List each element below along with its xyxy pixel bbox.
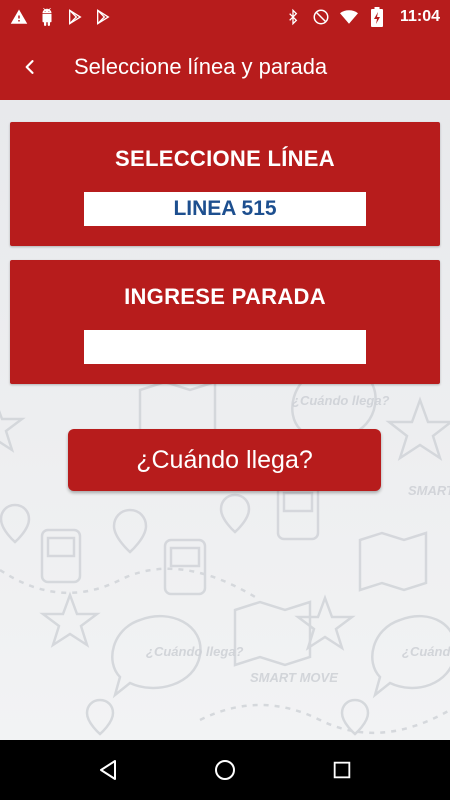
do-not-disturb-icon bbox=[312, 8, 330, 26]
watermark-text: ¿Cuándo llega? bbox=[292, 393, 390, 408]
watermark-text: ¿Cuándo llega? bbox=[146, 644, 244, 659]
watermark-text: SMART MOVE bbox=[250, 670, 338, 685]
page-title: Seleccione línea y parada bbox=[74, 53, 328, 79]
navigation-bar bbox=[0, 740, 450, 800]
status-time: 11:04 bbox=[399, 7, 440, 25]
home-circle-icon bbox=[214, 760, 235, 780]
stop-card-title: INGRESE PARADA bbox=[124, 284, 326, 309]
recents-square-icon bbox=[333, 761, 350, 779]
warning-icon bbox=[10, 8, 28, 26]
line-selection-card: SELECCIONE LÍNEA LINEA 515 bbox=[10, 122, 440, 246]
android-icon bbox=[38, 7, 56, 26]
main-content: ¿Cuándo llega? ¿Cuándo llega? ¿Cuándo ll… bbox=[0, 100, 450, 740]
bluetooth-icon bbox=[284, 8, 302, 26]
app-bar: Seleccione línea y parada bbox=[0, 33, 450, 100]
back-button[interactable] bbox=[0, 33, 60, 100]
watermark-text: SMART MOVE bbox=[408, 483, 450, 498]
wifi-icon bbox=[339, 8, 358, 26]
line-select-field[interactable]: LINEA 515 bbox=[84, 192, 366, 226]
stop-entry-card: INGRESE PARADA bbox=[10, 260, 440, 384]
nav-home-button[interactable] bbox=[200, 745, 250, 795]
when-arrives-button[interactable]: ¿Cuándo llega? bbox=[68, 429, 381, 491]
play-store-icon bbox=[94, 8, 112, 26]
status-bar-system: 11:04 bbox=[284, 6, 440, 27]
nav-recents-button[interactable] bbox=[317, 745, 367, 795]
play-store-icon bbox=[66, 8, 84, 26]
status-bar: 11:04 bbox=[0, 0, 450, 33]
back-triangle-icon bbox=[100, 760, 117, 780]
status-bar-notifications bbox=[10, 7, 112, 26]
line-card-title: SELECCIONE LÍNEA bbox=[115, 146, 335, 171]
nav-back-button[interactable] bbox=[83, 745, 133, 795]
chevron-left-icon bbox=[25, 59, 34, 74]
stop-input[interactable] bbox=[84, 330, 366, 364]
watermark-text: ¿Cuándo llega? bbox=[402, 644, 450, 659]
battery-charging-icon bbox=[368, 6, 386, 27]
